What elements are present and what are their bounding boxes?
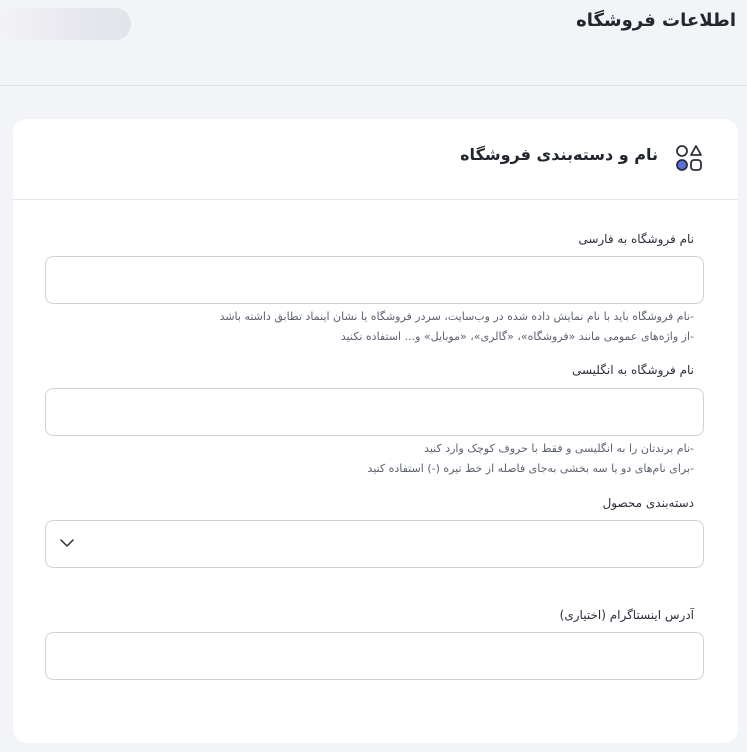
instagram-label: آدرس اینستاگرام (اختیاری) — [559, 608, 694, 622]
page: اطلاعات فروشگاه نام و دسته‌بندی فروشگاه … — [0, 0, 747, 752]
store-name-fa-label: نام فروشگاه به فارسی — [578, 232, 694, 246]
top-bar: اطلاعات فروشگاه — [0, 0, 747, 86]
card-title: نام و دسته‌بندی فروشگاه — [460, 145, 658, 164]
store-info-card: نام و دسته‌بندی فروشگاه نام فروشگاه به ف… — [13, 119, 738, 743]
page-title: اطلاعات فروشگاه — [576, 10, 736, 31]
store-name-fa-input[interactable] — [45, 256, 704, 304]
instagram-input[interactable] — [45, 632, 704, 680]
store-name-fa-hint-2: -از واژه‌های عمومی مانند «فروشگاه»، «گال… — [340, 330, 694, 343]
store-name-en-input[interactable] — [45, 388, 704, 436]
product-category-select[interactable] — [45, 520, 704, 568]
store-name-fa-hint-1: -نام فروشگاه باید با نام نمایش داده شده … — [219, 310, 694, 323]
store-name-en-hint-2: -برای نام‌های دو یا سه بخشی به‌جای فاصله… — [367, 462, 695, 475]
category-shapes-icon — [676, 145, 702, 171]
loading-skeleton — [0, 8, 131, 40]
chevron-down-icon — [60, 539, 74, 547]
store-name-en-hint-1: -نام برندتان را به انگلیسی و فقط با حروف… — [424, 442, 694, 455]
store-name-en-label: نام فروشگاه به انگلیسی — [571, 363, 694, 377]
card-header: نام و دسته‌بندی فروشگاه — [13, 119, 738, 200]
product-category-label: دسته‌بندی محصول — [602, 496, 694, 510]
